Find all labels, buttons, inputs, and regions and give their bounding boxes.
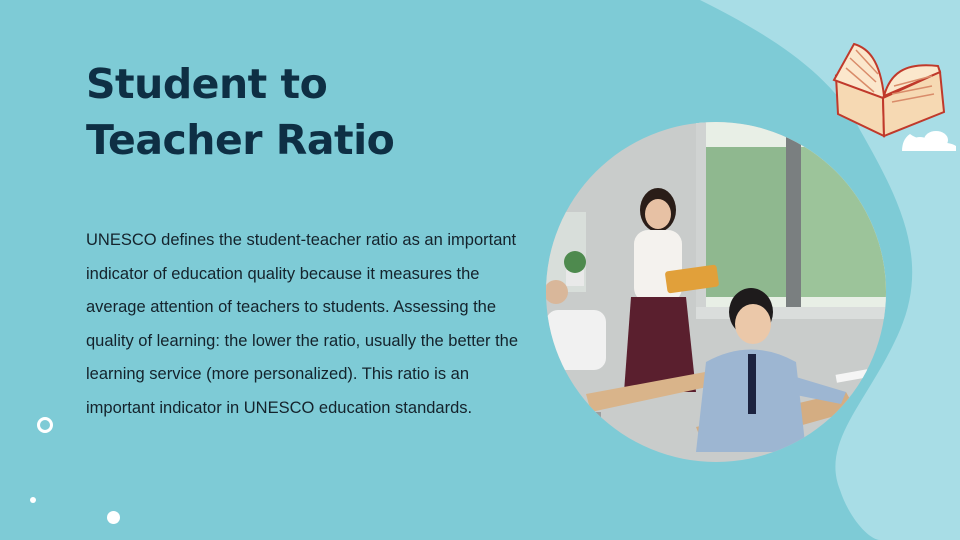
classroom-photo: [546, 122, 886, 462]
open-book-icon: [832, 42, 956, 151]
title-line-1: Student to: [86, 60, 328, 108]
slide: Student to Teacher Ratio UNESCO defines …: [0, 0, 960, 540]
title-line-2: Teacher Ratio: [86, 116, 395, 164]
slide-title: Student to Teacher Ratio: [86, 56, 506, 168]
body-paragraph: UNESCO defines the student-teacher ratio…: [86, 231, 519, 417]
decorative-ring: [37, 417, 53, 433]
decorative-dot: [107, 511, 120, 524]
decorative-dot: [30, 497, 36, 503]
